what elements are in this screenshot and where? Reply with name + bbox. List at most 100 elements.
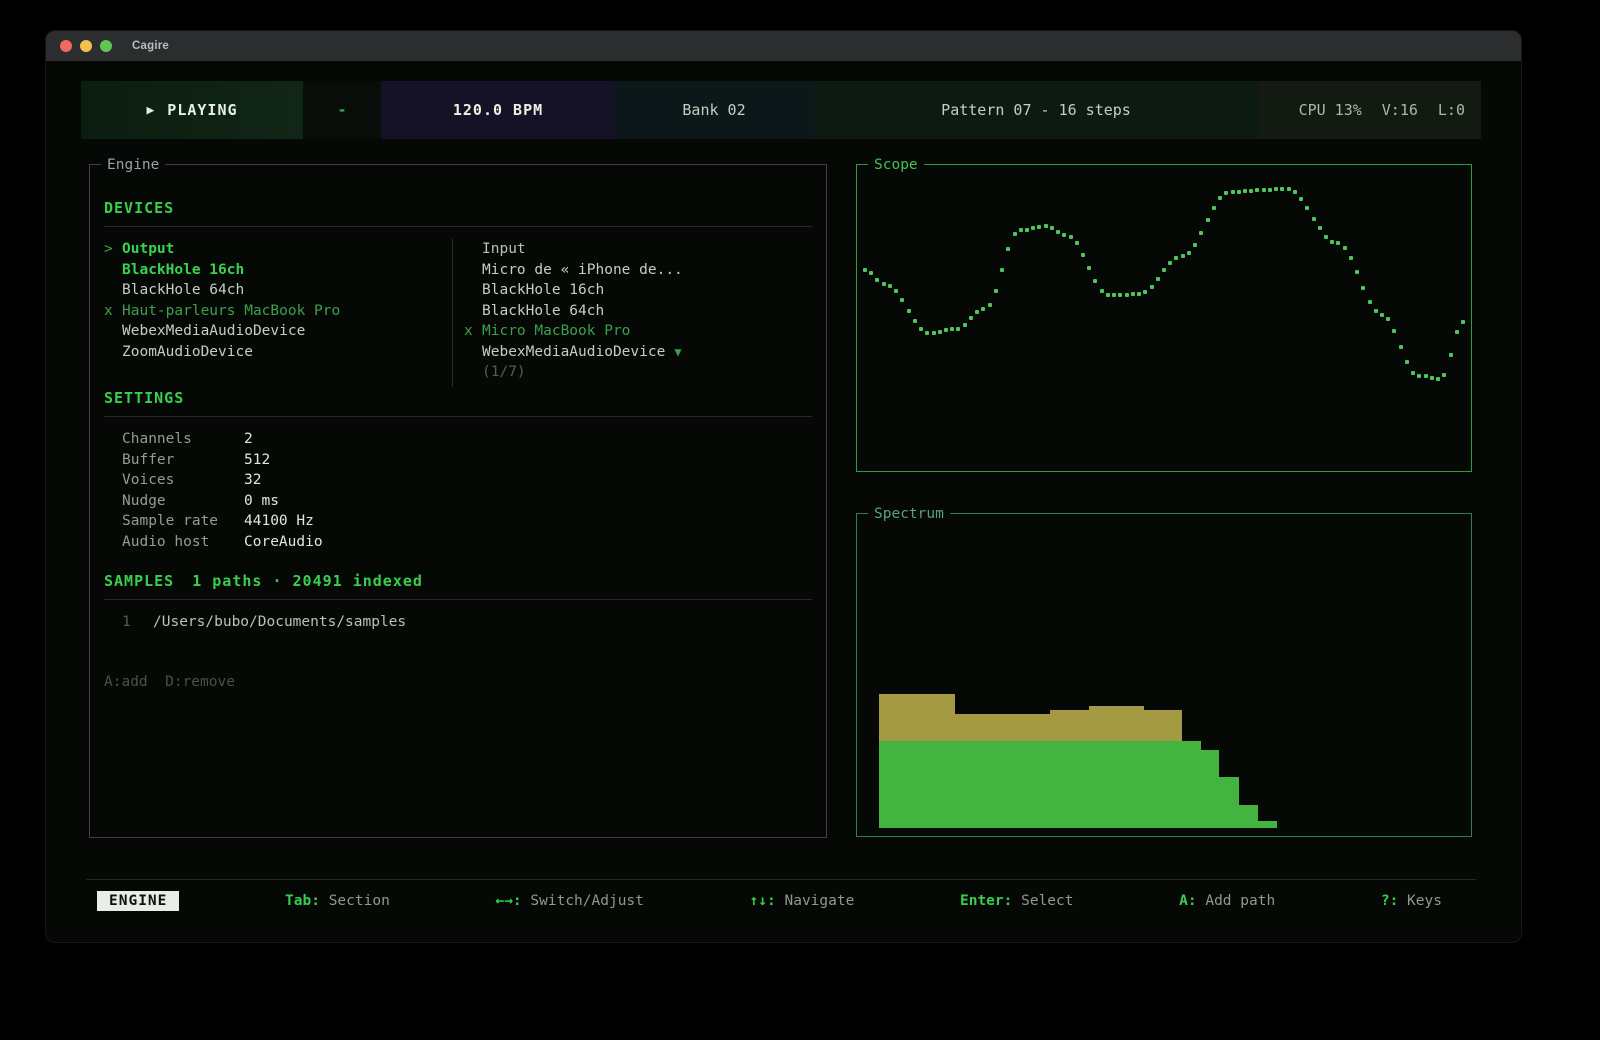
mode-badge: ENGINE xyxy=(97,891,179,911)
setting-label: Channels xyxy=(122,429,244,450)
scope-dot xyxy=(1380,313,1384,317)
scope-dot xyxy=(1449,353,1453,357)
device-row[interactable]: xHaut-parleurs MacBook Pro xyxy=(104,301,452,322)
bank-value: Bank 02 xyxy=(682,101,745,119)
scope-dot xyxy=(888,284,892,288)
scope-dot xyxy=(950,327,954,331)
scope-dot xyxy=(1287,187,1291,191)
scope-dot xyxy=(1368,300,1372,304)
bpm-display[interactable]: 120.0 BPM xyxy=(381,81,615,139)
transport-bar: ▶ PLAYING - 120.0 BPM Bank 02 Pattern 07… xyxy=(81,81,1481,139)
settings-list: Channels2Buffer512Voices32Nudge0 msSampl… xyxy=(104,429,812,552)
scope-dot xyxy=(1417,374,1421,378)
scope-dot xyxy=(1343,246,1347,250)
scope-dot xyxy=(869,271,873,275)
keybar-desc: Switch/Adjust xyxy=(522,893,644,909)
scope-dot xyxy=(1424,374,1428,378)
app-window: Cagire ▶ PLAYING - 120.0 BPM Bank 02 Pat… xyxy=(45,30,1522,943)
keybar-binding: A: Add path xyxy=(1179,893,1275,909)
spectrum-panel: Spectrum xyxy=(856,513,1472,837)
sample-path-row[interactable]: 1/Users/bubo/Documents/samples xyxy=(104,612,812,633)
scope-dot xyxy=(1324,235,1328,239)
scope-dot xyxy=(1299,197,1303,201)
scope-panel: Scope xyxy=(856,164,1472,472)
scope-dot xyxy=(1025,228,1029,232)
scope-dot xyxy=(1187,251,1191,255)
setting-row[interactable]: Buffer512 xyxy=(104,450,812,471)
setting-row[interactable]: Sample rate44100 Hz xyxy=(104,511,812,532)
scope-dot xyxy=(1442,373,1446,377)
maximize-button[interactable] xyxy=(100,40,112,52)
scope-dot xyxy=(1037,225,1041,229)
devices-heading: DEVICES xyxy=(104,199,812,217)
device-row[interactable]: Input xyxy=(464,239,812,260)
device-row[interactable]: ZoomAudioDevice xyxy=(104,342,452,363)
device-filter-icon: ▼ xyxy=(674,342,681,363)
engine-panel: Engine DEVICES >OutputBlackHole 16chBlac… xyxy=(89,164,827,838)
setting-row[interactable]: Audio hostCoreAudio xyxy=(104,532,812,553)
bank-display[interactable]: Bank 02 xyxy=(615,81,813,139)
device-label: Output xyxy=(122,239,174,260)
cpu-stat: CPU 13% xyxy=(1299,101,1362,119)
setting-row[interactable]: Channels2 xyxy=(104,429,812,450)
scope-dot xyxy=(1274,187,1278,191)
device-row[interactable]: BlackHole 64ch xyxy=(104,280,452,301)
scope-dot xyxy=(1112,293,1116,297)
close-button[interactable] xyxy=(60,40,72,52)
scope-dot xyxy=(1019,228,1023,232)
device-row[interactable]: BlackHole 16ch xyxy=(104,260,452,281)
device-row[interactable]: xMicro MacBook Pro xyxy=(464,321,812,342)
scope-dot xyxy=(1143,290,1147,294)
titlebar[interactable]: Cagire xyxy=(46,31,1521,61)
pattern-display[interactable]: Pattern 07 - 16 steps xyxy=(813,81,1259,139)
cursor-icon: > xyxy=(104,239,122,260)
setting-value: 0 ms xyxy=(244,491,279,512)
device-row[interactable]: BlackHole 64ch xyxy=(464,301,812,322)
scope-dot xyxy=(1430,376,1434,380)
spectrum-olive-band xyxy=(1089,706,1144,741)
playing-label: PLAYING xyxy=(167,101,237,119)
scope-dot xyxy=(1386,317,1390,321)
device-label: BlackHole 16ch xyxy=(122,260,244,281)
device-indent xyxy=(104,342,122,363)
spectrum-green-band xyxy=(1219,777,1238,828)
minimize-button[interactable] xyxy=(80,40,92,52)
devices-grid: >OutputBlackHole 16chBlackHole 64chxHaut… xyxy=(104,239,812,389)
scope-dot xyxy=(938,330,942,334)
keybar-binding: Tab: Section xyxy=(285,893,390,909)
scope-dot xyxy=(1193,243,1197,247)
scope-dot xyxy=(1150,285,1154,289)
scope-dot xyxy=(956,327,960,331)
divider xyxy=(104,416,812,417)
keybar-key: A: xyxy=(1179,893,1196,909)
setting-row[interactable]: Voices32 xyxy=(104,470,812,491)
device-row[interactable]: Micro de « iPhone de... xyxy=(464,260,812,281)
divider xyxy=(104,226,812,227)
scope-dot xyxy=(1093,279,1097,283)
setting-row[interactable]: Nudge0 ms xyxy=(104,491,812,512)
transport-status[interactable]: ▶ PLAYING xyxy=(81,81,303,139)
device-row[interactable]: >Output xyxy=(104,239,452,260)
scope-dot xyxy=(969,316,973,320)
device-row[interactable]: WebexMediaAudioDevice▼ xyxy=(464,342,812,363)
spectrum-green-band xyxy=(1258,821,1277,828)
device-row[interactable]: WebexMediaAudioDevice xyxy=(104,321,452,342)
scope-dot xyxy=(1062,233,1066,237)
divider xyxy=(104,599,812,600)
keybar-desc: Navigate xyxy=(776,893,855,909)
device-row[interactable]: BlackHole 16ch xyxy=(464,280,812,301)
device-label: BlackHole 64ch xyxy=(122,280,244,301)
setting-label: Buffer xyxy=(122,450,244,471)
keybar-binding: ?: Keys xyxy=(1381,893,1442,909)
device-indent xyxy=(464,280,482,301)
samples-hint: A:add D:remove xyxy=(104,674,812,690)
scope-dot xyxy=(1349,256,1353,260)
scope-dot xyxy=(913,319,917,323)
device-indent xyxy=(464,239,482,260)
keybar-key: ↑↓: xyxy=(750,893,776,909)
spectrum-green-band xyxy=(1239,805,1258,828)
scope-dot xyxy=(1131,292,1135,296)
scope-dot xyxy=(925,331,929,335)
device-row: (1/7) xyxy=(464,362,812,383)
spectrum-olive-band xyxy=(879,694,955,741)
